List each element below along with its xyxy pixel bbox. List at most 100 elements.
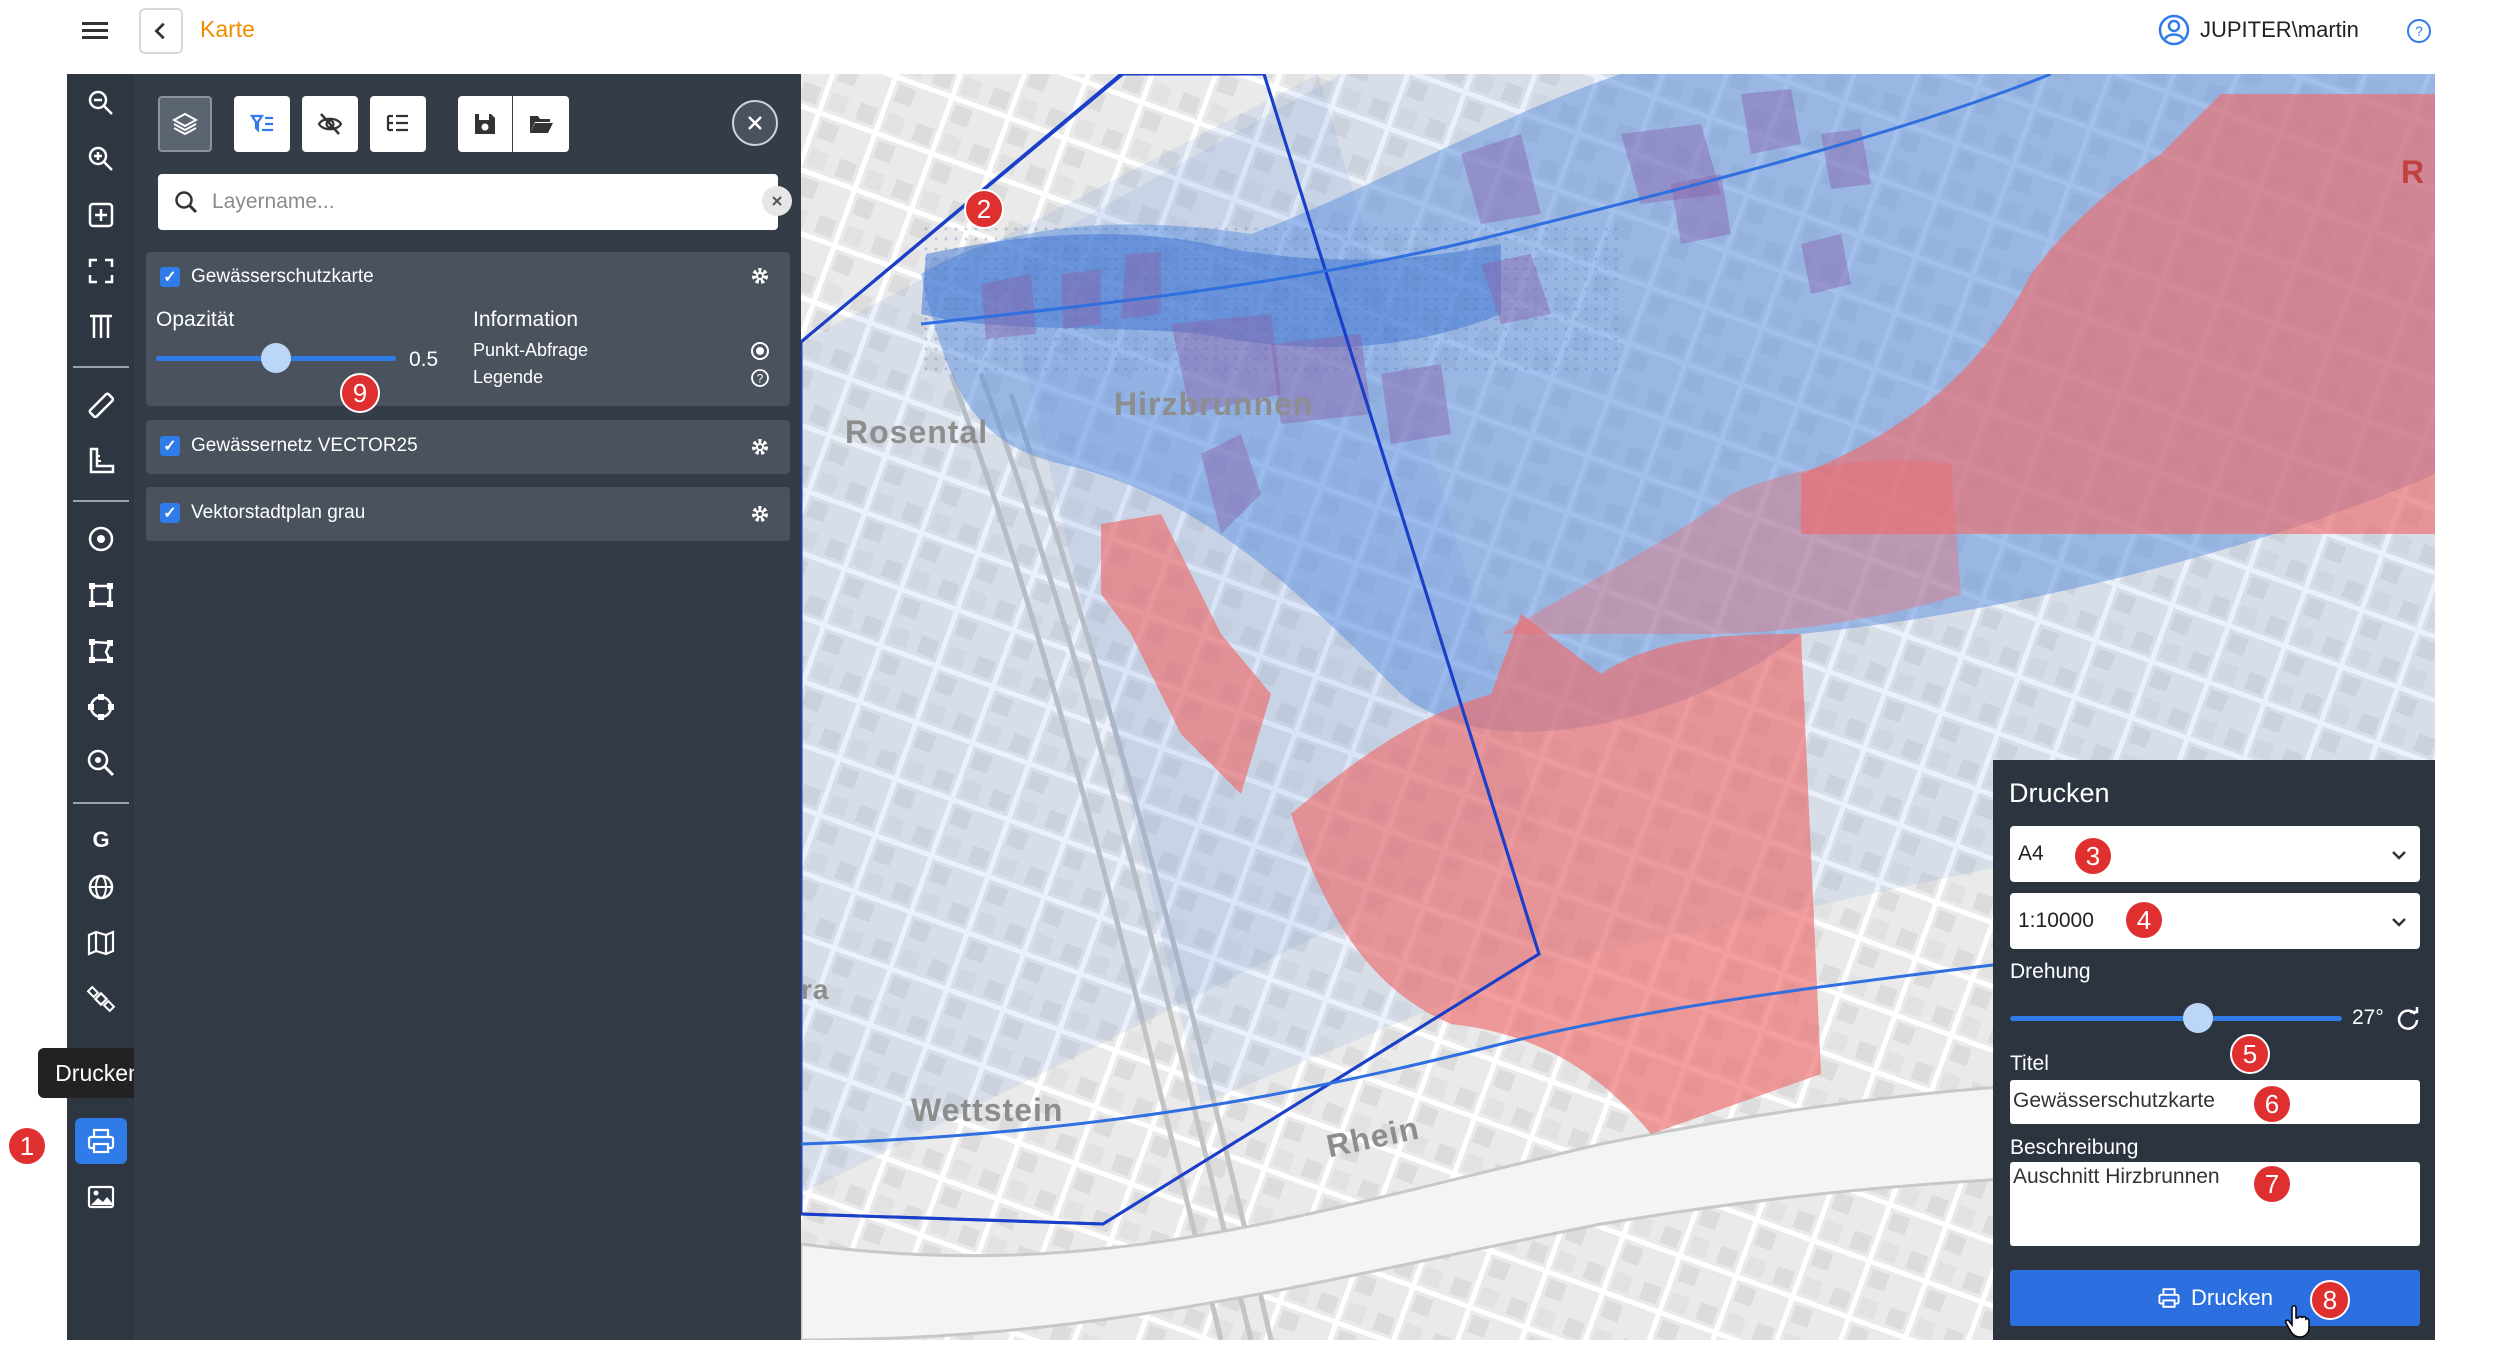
print-button[interactable] xyxy=(75,1118,127,1164)
zoom-box-button[interactable] xyxy=(75,192,127,238)
paper-format-select[interactable]: A4 xyxy=(2010,826,2420,882)
basemap-button[interactable] xyxy=(75,920,127,966)
chevron-down-icon xyxy=(2392,851,2406,860)
filter-list-icon xyxy=(249,114,273,133)
back-button[interactable] xyxy=(139,8,183,54)
layer-checkbox[interactable]: ✓ xyxy=(160,503,180,523)
image-export-button[interactable] xyxy=(75,1174,127,1220)
satellite-button[interactable] xyxy=(75,976,127,1022)
gear-icon[interactable] xyxy=(748,435,772,459)
hamburger-menu-icon[interactable] xyxy=(80,18,110,48)
opacity-slider-thumb[interactable] xyxy=(261,343,291,373)
annotation-badge: 9 xyxy=(340,373,380,413)
layer-tree-button[interactable] xyxy=(370,96,426,152)
open-layers-button[interactable] xyxy=(513,96,569,152)
draw-point-button[interactable] xyxy=(75,516,127,562)
user-menu[interactable]: JUPITER\martin xyxy=(2158,14,2359,46)
user-name: JUPITER\martin xyxy=(2200,17,2359,42)
title-field[interactable] xyxy=(2010,1080,2420,1124)
height-profile-button[interactable] xyxy=(75,304,127,350)
annotation-badge: 4 xyxy=(2124,900,2164,940)
zoom-in-icon xyxy=(88,146,113,171)
user-circle-icon xyxy=(2158,14,2190,46)
toolbar-divider xyxy=(73,500,129,502)
map-label-partial-left: ra xyxy=(801,974,830,1005)
filter-layers-button[interactable] xyxy=(234,96,290,152)
chevron-down-icon xyxy=(2392,918,2406,927)
title-input[interactable] xyxy=(2013,1083,2413,1119)
search-location-button[interactable] xyxy=(75,740,127,786)
area-measure-icon xyxy=(89,447,115,474)
globe-icon xyxy=(88,874,114,900)
toolbar-divider xyxy=(73,366,129,368)
rotation-value: 27° xyxy=(2352,1006,2384,1029)
layer-item: ✓ Vektorstadtplan grau xyxy=(146,487,790,541)
list-tree-icon xyxy=(386,114,408,132)
eye-off-icon xyxy=(317,113,343,135)
save-layers-button[interactable] xyxy=(458,96,512,152)
layer-checkbox[interactable]: ✓ xyxy=(160,267,180,287)
opacity-value: 0.5 xyxy=(409,348,439,371)
rectangle-select-icon xyxy=(89,583,113,607)
image-icon xyxy=(87,1185,115,1209)
gear-icon[interactable] xyxy=(748,264,772,288)
clear-search-button[interactable] xyxy=(762,186,792,216)
zoom-location-icon xyxy=(87,749,115,777)
map-label-hirzbrunnen: Hirzbrunnen xyxy=(1114,386,1314,422)
map-icon xyxy=(87,930,115,956)
point-query-label: Punkt-Abfrage xyxy=(473,340,589,360)
top-bar: Karte JUPITER\martin ? xyxy=(0,0,2502,66)
annotation-badge: 7 xyxy=(2252,1164,2292,1204)
description-label: Beschreibung xyxy=(2010,1136,2139,1159)
help-circle-icon[interactable]: ? xyxy=(750,368,770,388)
draw-circle-button[interactable] xyxy=(75,684,127,730)
layer-panel: ✓ Gewässerschutzkarte Opazität 0.5 Infor… xyxy=(134,74,801,1340)
reset-rotation-icon[interactable] xyxy=(2395,1006,2421,1032)
help-icon[interactable]: ? xyxy=(2406,18,2432,44)
draw-polygon-button[interactable] xyxy=(75,628,127,674)
printer-icon xyxy=(87,1128,115,1154)
description-field[interactable]: Auschnitt Hirzbrunnen xyxy=(2010,1162,2420,1246)
layer-name: Gewässerschutzkarte xyxy=(191,266,374,287)
annotation-badge: 1 xyxy=(7,1126,47,1166)
layer-item: ✓ Gewässernetz VECTOR25 xyxy=(146,420,790,474)
svg-text:?: ? xyxy=(2415,23,2423,39)
layer-search-input[interactable] xyxy=(212,184,712,220)
scale-select[interactable]: 1:10000 xyxy=(2010,893,2420,949)
layers-icon xyxy=(171,112,199,136)
printer-icon xyxy=(2158,1288,2180,1308)
toolbar-divider xyxy=(73,802,129,804)
globe-button[interactable] xyxy=(75,864,127,910)
zoom-out-button[interactable] xyxy=(75,80,127,126)
print-submit-button[interactable]: Drucken xyxy=(2010,1270,2420,1326)
rotation-slider-thumb[interactable] xyxy=(2183,1003,2213,1033)
map-label-partial-right: R xyxy=(2401,154,2426,190)
layers-tab-button[interactable] xyxy=(158,96,212,152)
google-icon: G xyxy=(92,827,109,852)
radio-target-icon[interactable] xyxy=(750,341,770,361)
svg-text:?: ? xyxy=(757,372,764,386)
full-extent-button[interactable] xyxy=(75,248,127,294)
layer-search xyxy=(158,174,792,230)
annotation-badge: 3 xyxy=(2073,836,2113,876)
measure-distance-button[interactable] xyxy=(75,382,127,428)
hand-cursor-icon xyxy=(2285,1305,2310,1338)
description-textarea[interactable]: Auschnitt Hirzbrunnen xyxy=(2013,1165,2413,1241)
legend-label: Legende xyxy=(473,367,544,387)
close-panel-button[interactable] xyxy=(732,100,778,146)
rotation-slider[interactable] xyxy=(2010,1016,2342,1021)
gear-icon[interactable] xyxy=(748,502,772,526)
draw-rectangle-button[interactable] xyxy=(75,572,127,618)
hide-layers-button[interactable] xyxy=(302,96,358,152)
measure-area-button[interactable] xyxy=(75,438,127,484)
close-icon xyxy=(748,116,762,130)
print-dialog-title: Drucken xyxy=(2009,778,2110,808)
search-icon xyxy=(175,191,198,214)
layer-checkbox[interactable]: ✓ xyxy=(160,436,180,456)
map-label-wettstein: Wettstein xyxy=(911,1092,1064,1128)
zoom-in-button[interactable] xyxy=(75,136,127,182)
paper-format-value: A4 xyxy=(2018,842,2044,865)
information-label: Information xyxy=(473,308,579,331)
google-button[interactable]: G xyxy=(75,816,127,862)
zoom-out-icon xyxy=(88,90,113,115)
